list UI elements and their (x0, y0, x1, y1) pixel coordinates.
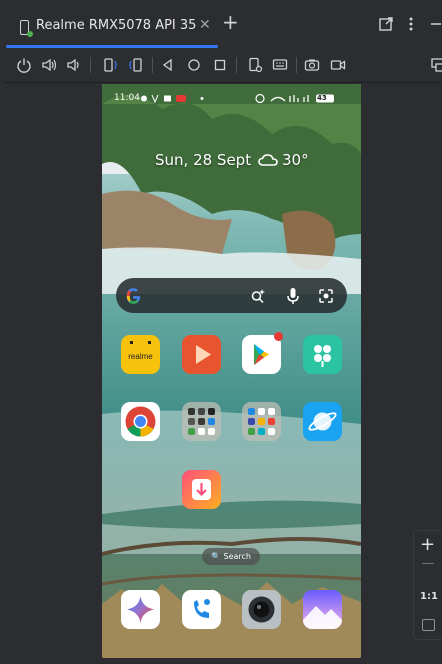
sparkle-icon (127, 596, 154, 623)
google-search-bar[interactable] (116, 278, 347, 313)
toolbar-divider (90, 57, 91, 73)
zoom-out-icon[interactable] (422, 563, 434, 564)
temperature-widget[interactable]: 30° (282, 151, 309, 169)
realme-community-app-icon[interactable]: realme (121, 335, 160, 374)
google-logo-icon (126, 288, 140, 304)
planet-icon (303, 402, 342, 441)
actual-size-button[interactable]: 1:1 (420, 591, 438, 602)
back-icon[interactable] (160, 57, 176, 73)
left-edge (0, 82, 4, 664)
running-status-dot (27, 31, 33, 37)
device-settings-icon[interactable] (247, 57, 263, 73)
ai-search-icon[interactable] (250, 288, 266, 304)
rotate-right-icon[interactable] (128, 57, 144, 73)
app-folder-1[interactable] (182, 402, 221, 441)
play-store-app-icon[interactable] (242, 335, 281, 374)
app-folder-2[interactable] (242, 402, 281, 441)
rotate-left-icon[interactable] (102, 57, 118, 73)
device-toolbar (0, 48, 442, 83)
minimize-icon[interactable] (428, 16, 442, 32)
tab-bar: Realme RMX5078 API 35 ✕ + (0, 0, 442, 48)
screenshot-camera-icon[interactable] (304, 57, 320, 73)
date-widget[interactable]: Sun, 28 Sept (155, 151, 251, 169)
zoom-in-icon[interactable]: + (420, 534, 435, 555)
open-in-window-icon[interactable] (378, 16, 394, 32)
fit-screen-icon[interactable] (422, 619, 435, 631)
realme-logo-icon: realme (121, 341, 160, 361)
cloudy-weather-icon (258, 154, 278, 166)
toolbar-divider (236, 57, 237, 73)
home-icon[interactable] (186, 57, 202, 73)
google-play-icon (254, 344, 269, 365)
notification-icons (141, 94, 204, 103)
close-tab-icon[interactable]: ✕ (199, 17, 211, 33)
dialer-app-icon[interactable] (182, 590, 221, 629)
landscape-icon (303, 590, 342, 629)
mirror-screen-icon[interactable] (430, 57, 442, 73)
chrome-logo-icon (125, 406, 156, 437)
camera-lens-icon (242, 590, 281, 629)
chrome-app-icon[interactable] (121, 402, 160, 441)
play-icon (182, 335, 221, 374)
download-arrow-icon (182, 470, 221, 509)
toolbar-divider (296, 57, 297, 73)
add-device-icon[interactable]: + (222, 12, 239, 32)
device-screen[interactable]: 11:04 43 Sun, 28 Sept 30° realme 🔍 Searc… (102, 84, 361, 658)
volume-up-icon[interactable] (41, 57, 57, 73)
gallery-app-icon[interactable] (303, 590, 342, 629)
gemini-app-icon[interactable] (121, 590, 160, 629)
browser-app-icon[interactable] (303, 402, 342, 441)
video-player-app-icon[interactable] (182, 335, 221, 374)
app-search-pill[interactable]: 🔍 Search (202, 548, 260, 565)
microphone-icon[interactable] (286, 287, 300, 305)
app-search-label: Search (223, 552, 251, 561)
device-tab[interactable]: Realme RMX5078 API 35 ✕ (6, 8, 218, 48)
toolbar-divider (152, 57, 153, 73)
notification-badge (274, 332, 283, 341)
google-lens-icon[interactable] (318, 288, 334, 304)
search-small-icon: 🔍 (211, 552, 221, 561)
svg-text:realme: realme (128, 352, 153, 361)
phone-handset-icon (194, 599, 210, 618)
battery-level: 43 (317, 94, 327, 102)
screen-record-icon[interactable] (330, 57, 346, 73)
camera-app-icon[interactable] (242, 590, 281, 629)
phone-manager-app-icon[interactable] (303, 335, 342, 374)
overview-icon[interactable] (212, 57, 228, 73)
status-time: 11:04 (114, 93, 140, 103)
folder-preview-icon (188, 408, 215, 435)
zoom-panel: + 1:1 (413, 530, 442, 640)
device-tab-title: Realme RMX5078 API 35 (36, 18, 197, 33)
clover-icon (303, 335, 342, 374)
more-options-icon[interactable] (403, 16, 419, 32)
folder-preview-icon (248, 408, 275, 435)
volume-down-icon[interactable] (66, 57, 82, 73)
download-app-icon[interactable] (182, 470, 221, 509)
power-icon[interactable] (16, 57, 32, 73)
keyboard-icon[interactable] (272, 57, 288, 73)
